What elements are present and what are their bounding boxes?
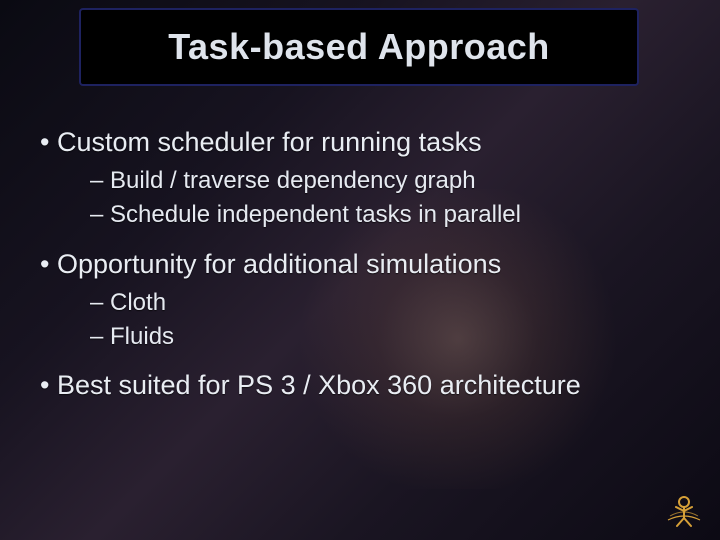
bullet-text: Custom scheduler for running tasks — [57, 127, 482, 157]
sub-bullet-text: Schedule independent tasks in parallel — [110, 201, 521, 228]
sub-bullet-item: Build / traverse dependency graph — [90, 164, 690, 198]
sub-bullet-item: Cloth — [90, 286, 690, 320]
slide-content: Custom scheduler for running tasks Build… — [40, 124, 690, 408]
bullet-item: Best suited for PS 3 / Xbox 360 architec… — [40, 367, 690, 403]
sub-bullet-text: Cloth — [110, 289, 166, 316]
slide-title: Task-based Approach — [168, 26, 550, 68]
bullet-item: Opportunity for additional simulations — [40, 246, 690, 282]
bullet-text: Opportunity for additional simulations — [57, 249, 501, 279]
sub-bullet-item: Fluids — [90, 320, 690, 354]
sub-list: Build / traverse dependency graph Schedu… — [40, 164, 690, 231]
sub-bullet-text: Build / traverse dependency graph — [110, 167, 476, 194]
bullet-item: Custom scheduler for running tasks — [40, 124, 690, 160]
sub-list: Cloth Fluids — [40, 286, 690, 353]
bullet-text: Best suited for PS 3 / Xbox 360 architec… — [57, 370, 581, 400]
title-box: Task-based Approach — [79, 8, 639, 86]
sub-bullet-text: Fluids — [110, 323, 174, 350]
corner-logo-icon — [662, 490, 706, 530]
sub-bullet-item: Schedule independent tasks in parallel — [90, 198, 690, 232]
